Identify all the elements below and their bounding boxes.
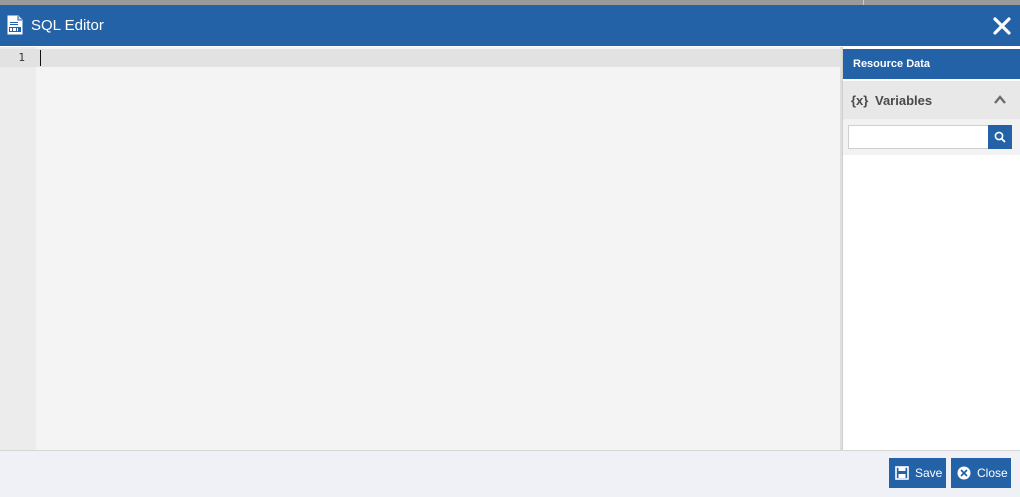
text-cursor — [40, 50, 41, 66]
variables-section-header[interactable]: {x} Variables — [843, 81, 1020, 119]
dialog-footer: Save Close — [0, 450, 1020, 497]
resource-panel-title: Resource Data — [853, 58, 931, 70]
line-number: 1 — [18, 51, 25, 64]
chevron-up-icon[interactable] — [993, 93, 1007, 107]
dialog-title: SQL Editor — [31, 17, 104, 34]
variables-icon: {x} — [851, 93, 869, 108]
save-button-label: Save — [915, 466, 943, 480]
close-icon[interactable] — [989, 13, 1015, 39]
variables-search-bar — [843, 119, 1020, 155]
floppy-disk-icon — [895, 466, 909, 480]
close-button-label: Close — [977, 466, 1008, 480]
variables-label: Variables — [875, 93, 933, 108]
resource-data-panel: Resource Data {x} Variables — [842, 47, 1020, 450]
line-number-gutter — [0, 47, 36, 450]
resource-panel-header: Resource Data — [843, 49, 1020, 79]
sql-document-icon — [7, 15, 23, 35]
active-line-highlight — [36, 49, 840, 67]
sql-code-editor[interactable]: 1 — [0, 47, 842, 450]
variables-search-input[interactable] — [848, 125, 994, 149]
close-button[interactable]: Close — [951, 458, 1011, 488]
save-button[interactable]: Save — [889, 458, 946, 488]
search-icon — [994, 131, 1006, 143]
dialog-titlebar: SQL Editor — [0, 5, 1020, 46]
close-circle-icon — [957, 466, 971, 480]
search-button[interactable] — [988, 125, 1012, 149]
